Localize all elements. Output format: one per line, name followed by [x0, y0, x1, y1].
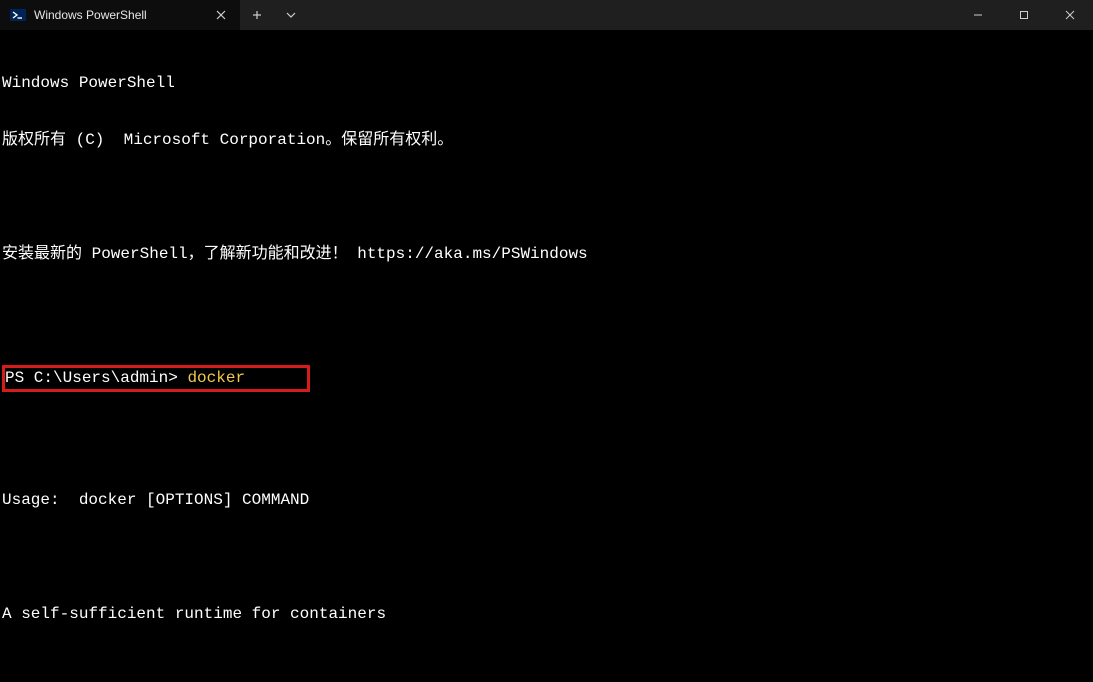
output-line: 安装最新的 PowerShell，了解新功能和改进！ https://aka.m… [2, 245, 1091, 264]
tab-close-button[interactable] [212, 6, 230, 24]
tab-title: Windows PowerShell [34, 8, 204, 22]
titlebar: Windows PowerShell [0, 0, 1093, 30]
close-window-button[interactable] [1047, 0, 1093, 30]
typed-command: docker [187, 369, 245, 387]
blank-line [2, 662, 1091, 681]
command-highlight-box: PS C:\Users\admin> docker [2, 359, 1091, 396]
tab-powershell[interactable]: Windows PowerShell [0, 0, 240, 30]
output-line: Usage: docker [OPTIONS] COMMAND [2, 491, 1091, 510]
blank-line [2, 434, 1091, 453]
output-line: Windows PowerShell [2, 74, 1091, 93]
blank-line [2, 302, 1091, 321]
minimize-button[interactable] [955, 0, 1001, 30]
blank-line [2, 548, 1091, 567]
blank-line [2, 188, 1091, 207]
output-line: 版权所有 (C) Microsoft Corporation。保留所有权利。 [2, 131, 1091, 150]
tab-dropdown-button[interactable] [274, 0, 308, 30]
output-line: A self-sufficient runtime for containers [2, 605, 1091, 624]
powershell-icon [10, 7, 26, 23]
maximize-button[interactable] [1001, 0, 1047, 30]
prompt: PS C:\Users\admin> [5, 369, 187, 387]
titlebar-drag-area[interactable] [308, 0, 955, 30]
terminal-output[interactable]: Windows PowerShell 版权所有 (C) Microsoft Co… [0, 30, 1093, 682]
new-tab-button[interactable] [240, 0, 274, 30]
